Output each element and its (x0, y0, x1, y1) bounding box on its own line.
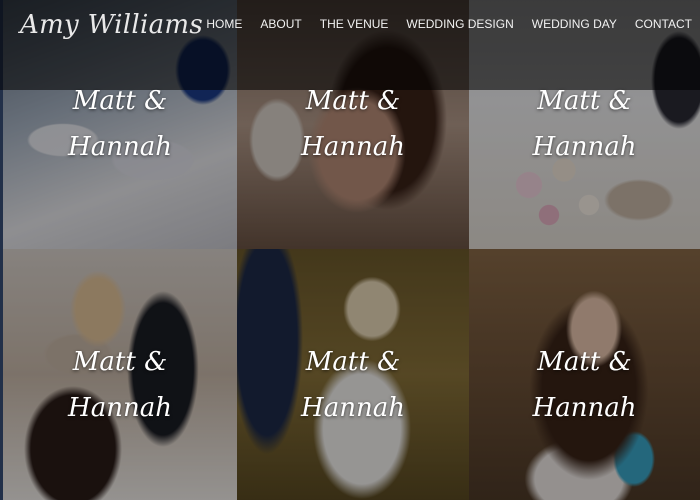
caption-line-2: Hannah (68, 132, 172, 162)
nav-item-wedding-day[interactable]: WEDDING DAY (523, 17, 626, 31)
caption-line-2: Hannah (532, 132, 637, 162)
caption-line-2: Hannah (301, 132, 405, 162)
gallery-tile-caption: Matt & Hannah (469, 78, 700, 170)
gallery-tile-caption: Matt & Hannah (237, 78, 469, 170)
caption-line-1: Matt & (305, 347, 401, 377)
nav-item-about[interactable]: ABOUT (251, 17, 310, 31)
main-navigation: HOME ABOUT THE VENUE WEDDING DESIGN WEDD… (197, 17, 692, 31)
gallery-tile-caption: Matt & Hannah (237, 339, 469, 431)
nav-item-wedding-design[interactable]: WEDDING DESIGN (397, 17, 522, 31)
gallery-tile-caption: Matt & Hannah (469, 339, 700, 431)
nav-item-home[interactable]: HOME (197, 17, 251, 31)
nav-item-contact[interactable]: CONTACT (626, 17, 692, 31)
caption-line-2: Hannah (532, 393, 637, 423)
gallery-tile-bride[interactable]: Matt & Hannah (469, 249, 700, 500)
gallery-tile-caption: Matt & Hannah (3, 339, 237, 431)
caption-line-2: Hannah (301, 393, 405, 423)
site-header: Amy Williams HOME ABOUT THE VENUE WEDDIN… (0, 0, 700, 90)
page: Matt & Hannah Matt & Hannah Matt & Hanna… (0, 0, 700, 500)
gallery-tile-hair[interactable]: Matt & Hannah (3, 249, 237, 500)
gallery-tile-caption: Matt & Hannah (3, 78, 237, 170)
gallery-tile-flower-girl[interactable]: Matt & Hannah (237, 249, 469, 500)
caption-line-1: Matt & (537, 347, 632, 377)
caption-line-1: Matt & (72, 347, 168, 377)
nav-item-the-venue[interactable]: THE VENUE (311, 17, 398, 31)
site-logo[interactable]: Amy Williams (20, 10, 203, 40)
caption-line-2: Hannah (68, 393, 172, 423)
